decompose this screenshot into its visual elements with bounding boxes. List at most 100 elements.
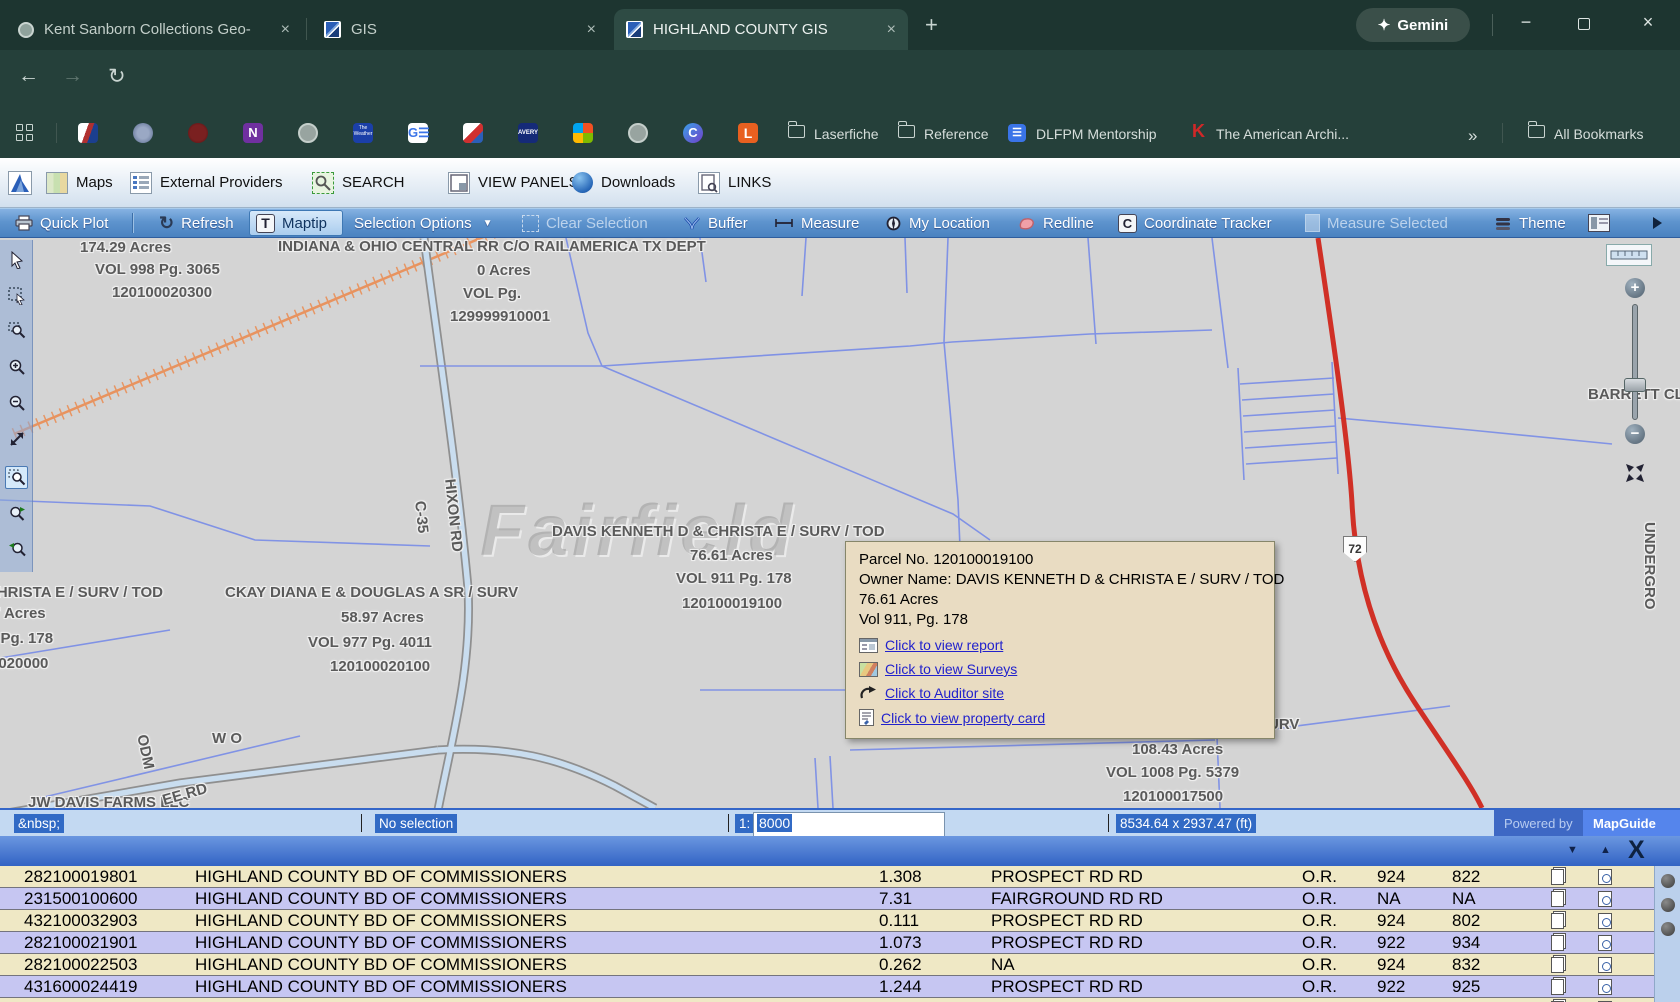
view-record-icon[interactable]: [1598, 913, 1612, 929]
theme-button[interactable]: Theme: [1494, 209, 1566, 237]
minimize-button[interactable]: −: [1512, 12, 1540, 33]
bookmark-favicon-laserfiche[interactable]: L: [738, 123, 758, 143]
refresh-button[interactable]: ↻ Refresh: [159, 209, 234, 237]
mapguide-brand[interactable]: MapGuide: [1583, 810, 1680, 836]
menu-external-providers[interactable]: External Providers: [130, 158, 283, 207]
scroll-up-icon[interactable]: ▲: [1600, 844, 1611, 856]
folder-icon[interactable]: [788, 125, 805, 138]
tab-highland-county-gis[interactable]: HIGHLAND COUNTY GIS ×: [614, 9, 908, 50]
bookmark-favicon-globe2[interactable]: [628, 123, 648, 143]
table-row[interactable]: 431600024419 HIGHLAND COUNTY BD OF COMMI…: [0, 976, 1654, 998]
zoom-selected-tool-icon[interactable]: [5, 466, 28, 489]
view-record-icon[interactable]: [1598, 935, 1612, 951]
tab-close-icon[interactable]: ×: [887, 21, 896, 39]
view-surveys-link[interactable]: Click to view Surveys: [885, 661, 1017, 677]
table-row[interactable]: 282100019701 HIGHLAND COUNTY BD OF COMMI…: [0, 998, 1654, 1002]
view-record-icon[interactable]: [1598, 957, 1612, 973]
copy-record-icon[interactable]: [1551, 957, 1564, 973]
bookmark-favicon-globe[interactable]: [298, 123, 318, 143]
scrollbar-dot[interactable]: [1661, 898, 1675, 912]
view-record-icon[interactable]: [1598, 979, 1612, 995]
apps-grid-icon[interactable]: [16, 124, 34, 142]
zoom-in-tool-icon[interactable]: [5, 355, 28, 378]
coordinate-tracker-button[interactable]: C Coordinate Tracker: [1118, 209, 1272, 237]
bookmark-favicon-avery[interactable]: AVERY: [518, 123, 538, 143]
bookmark-favicon-c-circle[interactable]: C: [683, 123, 703, 143]
zoom-out-button[interactable]: −: [1625, 424, 1645, 444]
zoom-previous-tool-icon[interactable]: [5, 537, 28, 560]
copy-record-icon[interactable]: [1551, 979, 1564, 995]
view-record-icon[interactable]: [1598, 869, 1612, 885]
dlfpm-favicon[interactable]: ☰: [1008, 124, 1026, 142]
tab-gis[interactable]: GIS ×: [312, 9, 608, 50]
buffer-button[interactable]: Buffer: [683, 209, 748, 237]
back-button[interactable]: ←: [18, 64, 39, 88]
scrollbar-dot[interactable]: [1661, 874, 1675, 888]
bookmark-dlfpm[interactable]: DLFPM Mentorship: [1036, 126, 1157, 142]
view-record-icon[interactable]: [1598, 891, 1612, 907]
pointer-tool-icon[interactable]: [5, 248, 28, 271]
bookmark-folder-reference[interactable]: Reference: [924, 126, 989, 142]
scrollbar-dot[interactable]: [1661, 922, 1675, 936]
menu-links[interactable]: LINKS: [698, 158, 771, 207]
zoom-in-button[interactable]: +: [1625, 278, 1645, 298]
folder-icon[interactable]: [898, 125, 915, 138]
menu-view-panels[interactable]: VIEW PANELS: [448, 158, 579, 207]
zoom-window-tool-icon[interactable]: [5, 319, 28, 342]
table-row[interactable]: 432100032903 HIGHLAND COUNTY BD OF COMMI…: [0, 910, 1654, 932]
redline-button[interactable]: Redline: [1018, 209, 1094, 237]
menu-maps[interactable]: Maps: [46, 158, 113, 207]
scale-input[interactable]: 8000: [753, 812, 945, 837]
bookmark-favicon-ohio-flag[interactable]: [78, 123, 98, 143]
view-property-card-link[interactable]: Click to view property card: [881, 710, 1045, 726]
close-results-button[interactable]: X: [1628, 836, 1645, 865]
gemini-button[interactable]: ✦ Gemini: [1356, 8, 1470, 42]
bookmarks-overflow-chevron[interactable]: »: [1468, 126, 1477, 146]
copy-record-icon[interactable]: [1551, 913, 1564, 929]
bookmark-favicon-onenote[interactable]: N: [243, 123, 263, 143]
my-location-button[interactable]: My Location: [885, 209, 990, 237]
american-archive-favicon[interactable]: K: [1192, 121, 1205, 142]
restore-button[interactable]: [1578, 18, 1590, 30]
table-row[interactable]: 282100019801 HIGHLAND COUNTY BD OF COMMI…: [0, 866, 1654, 888]
copy-record-icon[interactable]: [1551, 935, 1564, 951]
measure-button[interactable]: Measure: [774, 209, 859, 237]
menu-downloads[interactable]: Downloads: [572, 158, 675, 207]
bookmark-favicon-microsoft[interactable]: [573, 123, 593, 143]
new-tab-button[interactable]: +: [925, 14, 938, 36]
menu-search[interactable]: SEARCH: [312, 158, 405, 207]
full-extent-tool-icon[interactable]: [5, 427, 28, 450]
bookmark-favicon-google-news[interactable]: G☰: [408, 123, 428, 143]
table-row[interactable]: 282100022503 HIGHLAND COUNTY BD OF COMMI…: [0, 954, 1654, 976]
results-scrollbar[interactable]: [1654, 866, 1680, 1002]
copy-record-icon[interactable]: [1551, 891, 1564, 907]
scalebar-button[interactable]: [1606, 244, 1652, 266]
bookmark-favicon-weather[interactable]: TheWeather: [353, 123, 373, 143]
copy-record-icon[interactable]: [1551, 869, 1564, 885]
reload-button[interactable]: ↻: [108, 64, 126, 89]
zoom-next-tool-icon[interactable]: [5, 501, 28, 524]
bookmark-favicon-seal[interactable]: [133, 123, 153, 143]
selection-options-button[interactable]: Selection Options ▼: [354, 209, 492, 237]
tab-close-icon[interactable]: ×: [281, 21, 290, 39]
panel-toggle-icon[interactable]: [1588, 214, 1610, 232]
map-viewport[interactable]: Fairfield 174.29 Acres VOL 998 Pg. 3065 …: [0, 238, 1680, 808]
bookmark-folder-laserfiche[interactable]: Laserfiche: [814, 126, 879, 142]
tab-close-icon[interactable]: ×: [587, 21, 596, 39]
tab-kent-sanborn[interactable]: Kent Sanborn Collections Geo- ×: [6, 9, 302, 50]
zoom-out-tool-icon[interactable]: [5, 391, 28, 414]
select-features-tool-icon[interactable]: [5, 284, 28, 307]
pan-control[interactable]: [1616, 454, 1654, 492]
table-row[interactable]: 231500100600 HIGHLAND COUNTY BD OF COMMI…: [0, 888, 1654, 910]
zoom-slider-track[interactable]: [1632, 304, 1638, 420]
folder-icon[interactable]: [1528, 125, 1545, 138]
forward-button[interactable]: →: [62, 64, 83, 88]
zoom-slider-thumb[interactable]: [1624, 378, 1646, 392]
view-report-link[interactable]: Click to view report: [885, 637, 1003, 653]
auditor-site-link[interactable]: Click to Auditor site: [885, 685, 1004, 701]
bookmark-favicon-capitol[interactable]: [188, 123, 208, 143]
quick-plot-button[interactable]: Quick Plot: [15, 209, 108, 237]
table-row[interactable]: 282100021901 HIGHLAND COUNTY BD OF COMMI…: [0, 932, 1654, 954]
all-bookmarks-label[interactable]: All Bookmarks: [1554, 126, 1643, 142]
bookmark-favicon-pdf[interactable]: [463, 123, 483, 143]
